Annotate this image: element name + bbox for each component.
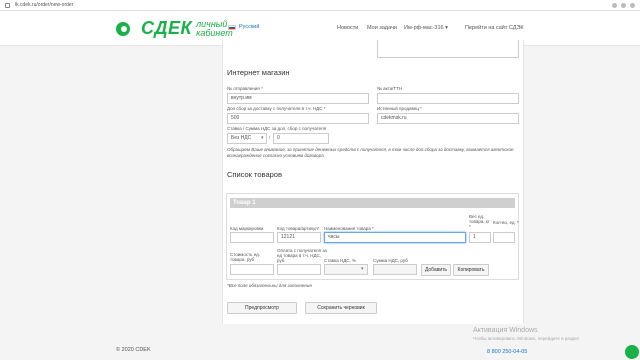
extra-fee-label: Доп сбор за доставку с получателя в т.ч.… [227,106,326,111]
shipment-no-label: № отправления * [227,86,263,91]
nav-account-menu[interactable]: Им-рф-мас-316 ▾ [404,25,448,31]
address-url[interactable]: lk.cdek.ru/order/new-order [15,2,73,8]
save-draft-button[interactable]: Сохранить черновик [305,302,377,314]
cdek-logo-icon [116,21,138,36]
unit-cost-input[interactable] [230,264,274,275]
marking-code-label: Код маркировки [230,226,264,231]
vat-rate-select-goods[interactable]: ▾ [324,264,368,275]
quantity-label: Кол-во, ед. * [493,220,519,225]
order-form-card: Интернет магазин № отправления * внутр.и… [222,40,524,324]
cdek-logo[interactable]: СДЕК личный кабинет [116,18,233,39]
agent-fee-note: Обращаем Ваше внимание, за принятие дене… [227,147,514,158]
act-no-input[interactable] [377,93,519,104]
weight-label: Вес ед. товара, кг * [469,214,490,229]
site-footer: © 2020 CDEK 8 800 250-04-05 [0,342,640,360]
browser-address-bar: lk.cdek.ru/order/new-order [0,0,640,11]
add-item-button[interactable]: Добавить [421,264,451,276]
act-no-label: № акта/ТТН [377,86,403,91]
nav-news[interactable]: Новости [337,25,358,31]
nav-my-tasks[interactable]: Мои задачи [367,25,397,31]
quantity-input[interactable] [493,232,515,243]
goods-name-input[interactable]: часы [324,232,466,243]
marking-code-input[interactable] [230,232,274,243]
vat-sum-input[interactable]: 0 [273,133,329,144]
goods-item-title: Товар 1 [230,198,515,208]
windows-activation-hint: Чтобы активировать Windows, перейдите в … [473,336,580,341]
nav-go-to-cdek-site[interactable]: Перейти на сайт СДЭК [465,25,524,31]
weight-input[interactable]: 1 [469,232,491,243]
shipment-no-input[interactable]: внутр.им [227,93,369,104]
goods-item-panel: Товар 1 Код маркировки Код товара/артику… [226,193,519,280]
profile-icon[interactable] [630,2,635,8]
preview-button[interactable]: Предпросмотр [227,302,297,314]
language-switch[interactable]: Русский [228,24,259,30]
true-seller-input[interactable]: cdekmsk.ru [377,113,519,124]
comment-textarea[interactable] [377,40,519,58]
copyright: © 2020 CDEK [116,347,151,353]
required-fields-note: *Все поля обязательны для заполнения [227,283,312,288]
vat-sum-label: Сумма НДС, руб [373,258,408,263]
star-icon[interactable] [612,2,617,8]
copy-item-button[interactable]: Копировать [453,264,489,276]
slash-divider: / [269,135,271,140]
logo-text: СДЕК [141,18,193,38]
russia-flag-icon [228,24,236,30]
vat-fee-label: Ставка / Сумма НДС за доп. сбор с получа… [227,126,327,131]
goods-list-title: Список товаров [227,170,282,179]
chevron-down-icon: ▾ [261,135,264,141]
payment-label: Оплата с получателя за ед товара в т.ч. … [277,248,327,263]
article-label: Код товара/артикул* [277,226,320,231]
windows-activation-watermark: Активация Windows [473,327,538,334]
unit-cost-label: Стоимость ед. товара, руб [230,252,261,262]
vat-rate-label: Ставка НДС, % [324,258,357,263]
online-shop-title: Интернет магазин [227,68,290,77]
extra-fee-input[interactable]: 500 [227,113,369,124]
true-seller-label: Истинный продавец * [377,106,422,111]
extension-icon[interactable] [621,2,626,8]
chat-icon[interactable] [625,345,639,359]
support-phone[interactable]: 8 800 250-04-05 [487,349,527,355]
payment-input[interactable] [277,264,321,275]
vat-rate-select[interactable]: Без НДС ▾ [227,133,267,144]
vat-sum-goods-input[interactable] [373,264,417,275]
goods-name-label: Наименование товара * [324,226,374,231]
lock-icon [5,2,10,8]
article-input[interactable]: 12121 [277,232,321,243]
chevron-down-icon: ▾ [361,266,364,272]
